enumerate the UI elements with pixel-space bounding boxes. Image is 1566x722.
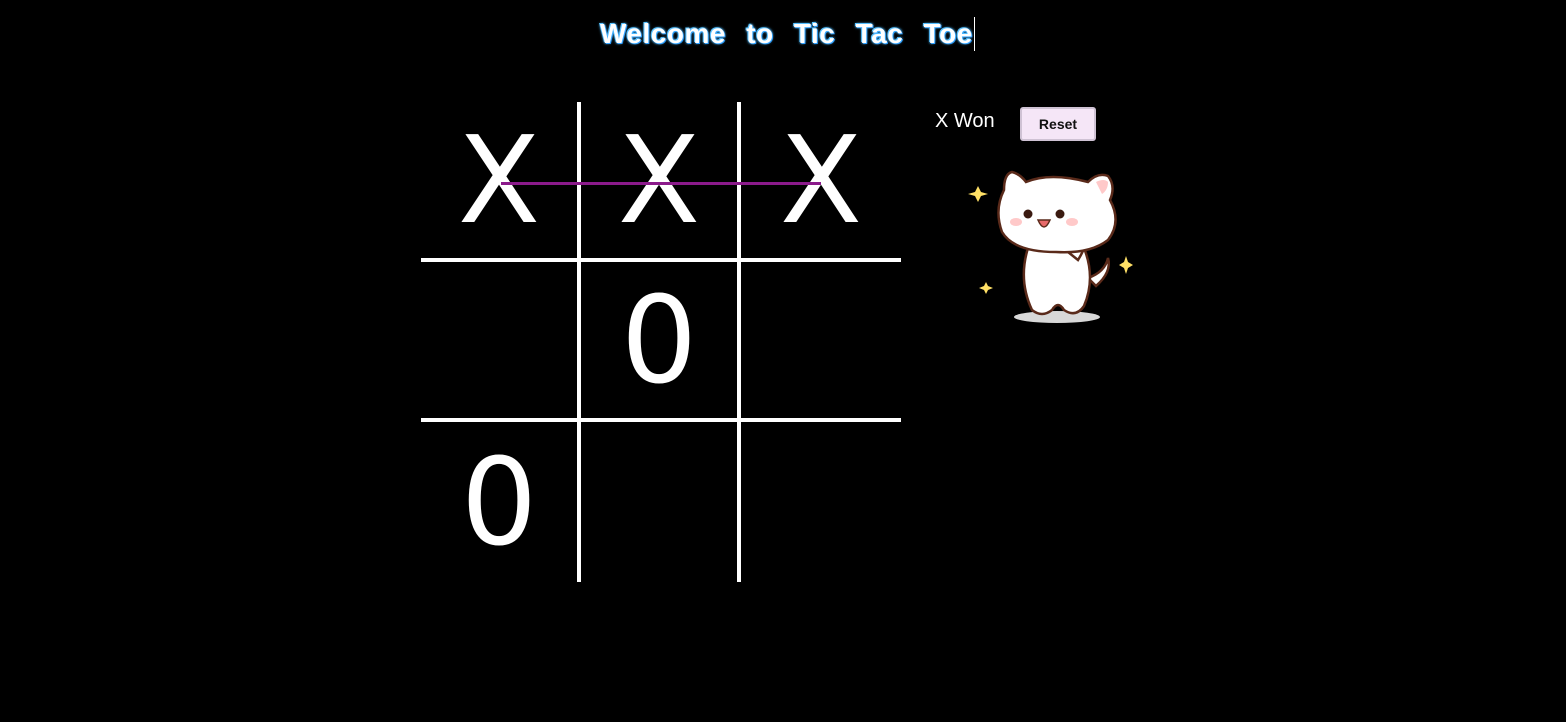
- title-container: Welcome to Tic Tac Toe: [600, 14, 975, 54]
- sparkle-icon: [979, 282, 993, 294]
- board-cell-2-2[interactable]: [741, 422, 901, 582]
- board-cell-1-0[interactable]: [421, 262, 581, 422]
- tic-tac-toe-page: Welcome to Tic Tac Toe X X X 0 0 X Won R…: [0, 0, 1566, 722]
- game-board: X X X 0 0: [421, 102, 901, 582]
- board-cell-2-0[interactable]: 0: [421, 422, 581, 582]
- sparkle-icon: [1119, 256, 1133, 274]
- sparkle-icon: [968, 186, 988, 202]
- happy-cat-icon: [968, 170, 1133, 323]
- reset-button[interactable]: Reset: [1020, 107, 1096, 141]
- cell-mark: 0: [620, 272, 698, 411]
- page-title: Welcome to Tic Tac Toe: [600, 18, 973, 49]
- board-cell-2-1[interactable]: [581, 422, 741, 582]
- text-caret: [973, 17, 975, 51]
- game-status: X Won: [935, 110, 995, 132]
- cell-mark: 0: [460, 434, 538, 573]
- winning-line: [501, 182, 821, 185]
- board-cell-1-1[interactable]: 0: [581, 262, 741, 422]
- board-cell-1-2[interactable]: [741, 262, 901, 422]
